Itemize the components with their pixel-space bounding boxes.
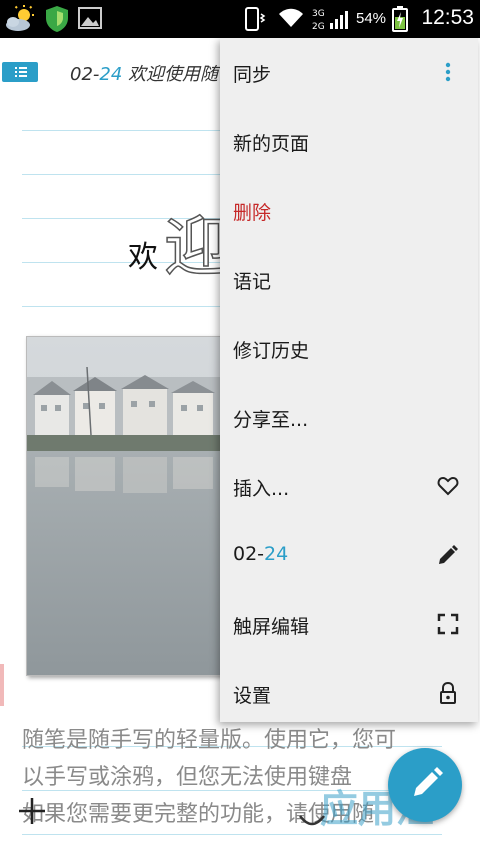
menu-item-label-prefix: 02- xyxy=(233,543,265,565)
menu-item-insert[interactable]: 插入... xyxy=(220,452,478,521)
page-title-number: 24 xyxy=(99,64,123,85)
menu-item-rename-page[interactable]: 02-24 xyxy=(220,521,478,590)
menu-item-new-page[interactable]: 新的页面 xyxy=(220,107,478,176)
menu-item-label: 插入... xyxy=(233,478,290,500)
edit-fab-button[interactable] xyxy=(388,748,462,822)
heart-outline-icon xyxy=(437,476,459,496)
overflow-menu: 同步 新的页面 删除 语记 修订历史 分享至... 插入... 02-24 触屏… xyxy=(220,38,478,722)
pencil-icon xyxy=(414,767,443,796)
menu-item-label: 修订历史 xyxy=(233,340,310,362)
vibrate-icon xyxy=(245,7,266,31)
handwriting-small: 欢 xyxy=(128,240,158,275)
menu-item-share[interactable]: 分享至... xyxy=(220,383,478,452)
image-icon xyxy=(78,7,102,29)
menu-item-sync[interactable]: 同步 xyxy=(220,38,478,107)
fullscreen-icon xyxy=(437,613,459,635)
smile-icon xyxy=(299,815,325,826)
inserted-photo[interactable] xyxy=(26,336,226,676)
menu-item-label: 新的页面 xyxy=(233,133,310,155)
clock-time: 12:53 xyxy=(421,6,474,29)
menu-item-revision-history[interactable]: 修订历史 xyxy=(220,314,478,383)
menu-item-voice-note[interactable]: 语记 xyxy=(220,245,478,314)
menu-item-label: 同步 xyxy=(233,64,272,86)
menu-item-label: 删除 xyxy=(233,202,272,224)
lock-icon xyxy=(440,681,456,704)
signal-label-3g: 3G xyxy=(312,9,325,19)
rule-line xyxy=(22,834,442,835)
menu-item-settings[interactable]: 设置 xyxy=(220,659,478,728)
menu-item-label: 语记 xyxy=(233,271,272,293)
menu-item-label: 触屏编辑 xyxy=(233,616,310,638)
weather-icon xyxy=(6,5,34,31)
menu-item-label: 设置 xyxy=(233,685,272,707)
handwriting-large: 迎 xyxy=(163,210,229,286)
menu-item-label: 分享至... xyxy=(233,409,309,431)
signal-label-2g: 2G xyxy=(312,22,325,32)
emoji-button[interactable] xyxy=(286,792,338,844)
more-vert-icon[interactable] xyxy=(436,60,460,84)
add-button[interactable] xyxy=(8,786,56,836)
battery-charging-icon xyxy=(392,6,408,32)
menu-item-label-number: 24 xyxy=(264,543,289,565)
status-bar: 3G 2G 54% 12:53 xyxy=(0,0,480,38)
notebook-list-icon[interactable] xyxy=(2,62,38,82)
shield-icon xyxy=(46,6,68,32)
page-title-prefix: 02- xyxy=(70,64,100,85)
wifi-icon xyxy=(279,8,303,27)
menu-item-label: 02-24 xyxy=(233,543,288,565)
page-title-rest: 欢迎使用随 xyxy=(122,64,219,85)
menu-item-delete[interactable]: 删除 xyxy=(220,176,478,245)
pencil-icon xyxy=(439,545,458,564)
menu-item-touch-edit[interactable]: 触屏编辑 xyxy=(220,590,478,659)
battery-percent: 54% xyxy=(356,10,387,27)
page-title: 02-24 欢迎使用随 xyxy=(70,60,218,86)
margin-marker xyxy=(0,664,4,706)
signal-icon: 3G 2G xyxy=(312,9,348,32)
plus-icon xyxy=(19,798,45,824)
